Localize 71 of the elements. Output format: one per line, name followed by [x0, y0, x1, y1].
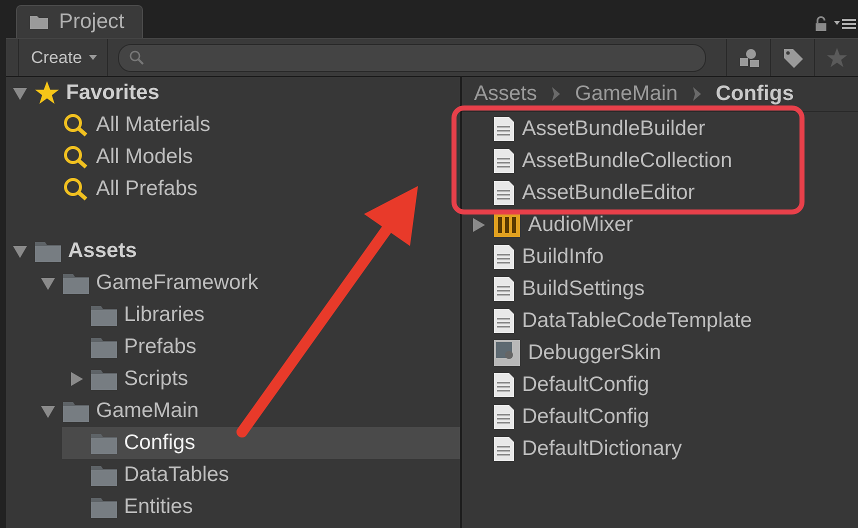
folder-icon	[90, 335, 118, 359]
text-file-icon	[494, 373, 514, 397]
shapes-icon	[738, 48, 760, 68]
search-icon	[62, 177, 90, 201]
asset-item[interactable]: AudioMixer	[462, 209, 858, 241]
asset-item[interactable]: AssetBundleEditor	[462, 177, 858, 209]
expanded-arrow-icon[interactable]	[12, 85, 28, 101]
search-icon	[129, 50, 146, 66]
folder-icon	[90, 303, 118, 327]
chevron-icon	[692, 86, 702, 102]
asset-item[interactable]: DataTableCodeTemplate	[462, 305, 858, 337]
folder-icon	[62, 271, 90, 295]
asset-item[interactable]: AssetBundleCollection	[462, 145, 858, 177]
tag-icon	[782, 46, 804, 68]
folder-icon	[29, 14, 49, 30]
search-field[interactable]	[118, 44, 706, 72]
asset-item[interactable]: DefaultConfig	[462, 369, 858, 401]
expanded-arrow-icon[interactable]	[40, 275, 56, 291]
chevron-icon	[551, 86, 562, 102]
breadcrumb-item[interactable]: GameMain	[575, 82, 678, 106]
text-file-icon	[494, 181, 514, 205]
tree-item[interactable]: GameMain	[34, 395, 460, 427]
folder-icon	[90, 495, 118, 519]
asset-item[interactable]: DefaultConfig	[462, 401, 858, 433]
asset-item[interactable]: DefaultDictionary	[462, 433, 858, 465]
text-file-icon	[494, 437, 514, 461]
tree-item[interactable]: All Materials	[34, 109, 460, 141]
breadcrumb-item[interactable]: Configs	[716, 82, 794, 106]
tree-item[interactable]: DataTables	[62, 459, 460, 491]
folder-icon	[34, 239, 62, 263]
tree-item[interactable]: All Prefabs	[34, 173, 460, 205]
tree-item[interactable]: Libraries	[62, 299, 460, 331]
project-tab[interactable]: Project	[16, 5, 144, 38]
text-file-icon	[494, 245, 514, 269]
asset-item[interactable]: BuildInfo	[462, 241, 858, 273]
tree-item[interactable]: Favorites	[6, 77, 460, 109]
folder-icon	[90, 367, 118, 391]
collapsed-arrow-icon[interactable]	[68, 371, 84, 387]
asset-item[interactable]: BuildSettings	[462, 273, 858, 305]
tree-item[interactable]: Entities	[62, 491, 460, 523]
asset-item[interactable]: AssetBundleBuilder	[462, 113, 858, 145]
tree-item[interactable]: GameFramework	[34, 267, 460, 299]
skin-icon	[494, 340, 520, 366]
create-dropdown[interactable]: Create	[18, 39, 108, 76]
asset-item[interactable]: DebuggerSkin	[462, 337, 858, 369]
search-icon	[62, 113, 90, 137]
star-icon	[826, 46, 848, 68]
breadcrumb-item[interactable]: Assets	[474, 82, 538, 106]
tree-item[interactable]: Scripts	[62, 363, 460, 395]
expanded-arrow-icon[interactable]	[12, 243, 28, 259]
folder-icon	[90, 463, 118, 487]
tree-item[interactable]: Assets	[6, 235, 460, 267]
caret-icon	[89, 54, 98, 60]
text-file-icon	[494, 405, 514, 429]
tree-item[interactable]: Configs	[62, 427, 460, 459]
text-file-icon	[494, 149, 514, 173]
mixer-icon	[494, 213, 520, 237]
tree-item[interactable]: Prefabs	[62, 331, 460, 363]
text-file-icon	[494, 277, 514, 301]
text-file-icon	[494, 309, 514, 333]
tree-item[interactable]: All Models	[34, 141, 460, 173]
lock-icon[interactable]	[814, 16, 828, 32]
folder-icon	[90, 431, 118, 455]
text-file-icon	[494, 117, 514, 141]
collapsed-arrow-icon[interactable]	[470, 217, 486, 233]
search-icon	[62, 145, 90, 169]
folder-icon	[62, 399, 90, 423]
menu-icon[interactable]	[834, 17, 856, 31]
expanded-arrow-icon[interactable]	[40, 403, 56, 419]
tab-title: Project	[59, 10, 124, 34]
star-icon	[34, 80, 60, 106]
